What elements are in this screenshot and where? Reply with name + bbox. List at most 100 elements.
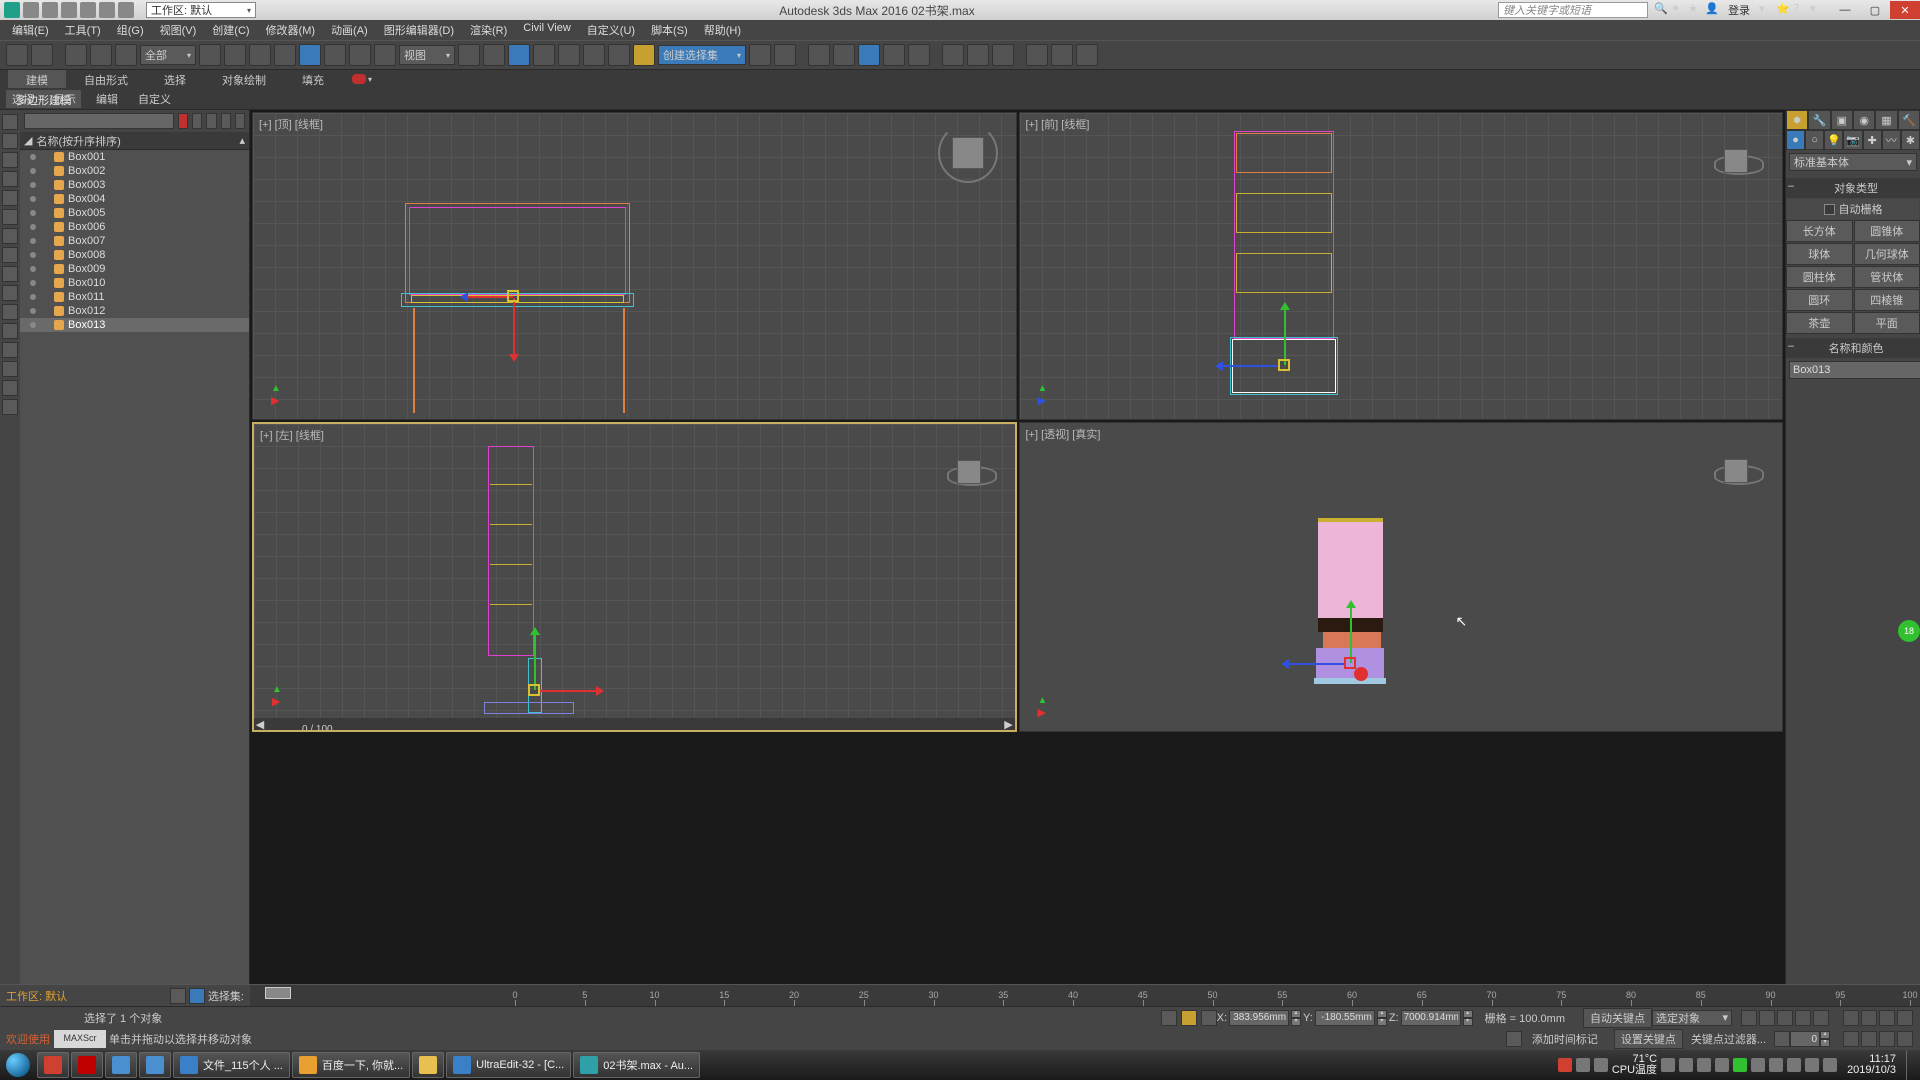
goto-start-button[interactable]	[1741, 1010, 1757, 1026]
info-search-input[interactable]: 键入关键字或短语	[1498, 2, 1648, 18]
maxscript-listener[interactable]: MAXScr	[54, 1030, 106, 1048]
next-frame-button[interactable]	[1795, 1010, 1811, 1026]
menu-group[interactable]: 组(G)	[109, 20, 152, 40]
taskbar-item[interactable]	[139, 1052, 171, 1078]
angle-snap-button[interactable]	[558, 44, 580, 66]
menu-help[interactable]: 帮助(H)	[696, 20, 749, 40]
layer-explorer-button[interactable]	[808, 44, 830, 66]
dock-btn-14[interactable]	[2, 361, 18, 377]
select-scale-button[interactable]	[349, 44, 371, 66]
subscription-icon[interactable]: ★	[1688, 2, 1702, 18]
primitive-button[interactable]: 圆柱体	[1786, 266, 1853, 288]
dock-btn-12[interactable]	[2, 323, 18, 339]
notification-badge[interactable]: 18	[1898, 620, 1920, 642]
cmd-tab-modify[interactable]: 🔧	[1808, 110, 1830, 130]
tray-icon-9[interactable]	[1751, 1058, 1765, 1072]
tray-icon-8[interactable]	[1733, 1058, 1747, 1072]
taskbar-item[interactable]	[37, 1052, 69, 1078]
viewport-left[interactable]: [+] [左] [线框] ▲▶ ◀ 0 / 100 ▶	[252, 422, 1017, 732]
coord-y-input[interactable]	[1315, 1010, 1375, 1026]
viewport-perspective[interactable]: [+] [透视] [真实] ▲▶ ↖	[1019, 422, 1784, 732]
menu-tools[interactable]: 工具(T)	[57, 20, 109, 40]
nav-zoom-ext-button[interactable]	[1879, 1010, 1895, 1026]
clear-search-icon[interactable]	[178, 113, 188, 129]
dock-btn-15[interactable]	[2, 380, 18, 396]
tray-ime-icon[interactable]	[1823, 1058, 1837, 1072]
selection-lock-icon[interactable]	[189, 988, 205, 1004]
scene-item[interactable]: Box004	[20, 192, 249, 206]
dock-btn-11[interactable]	[2, 304, 18, 320]
ribbon-tab-modeling[interactable]: 建模	[8, 70, 66, 88]
scroll-left-icon[interactable]: ◀	[254, 718, 266, 731]
taskbar-item[interactable]	[412, 1052, 444, 1078]
workspace-dropdown[interactable]: 工作区: 默认 ▾	[146, 2, 256, 18]
undo-button[interactable]	[6, 44, 28, 66]
goto-end-button[interactable]	[1813, 1010, 1829, 1026]
dock-btn-1[interactable]	[2, 114, 18, 130]
cmd-tab-create[interactable]: ✹	[1786, 110, 1808, 130]
dock-btn-7[interactable]	[2, 228, 18, 244]
taskbar-item[interactable]	[105, 1052, 137, 1078]
tray-icon-1[interactable]	[1558, 1058, 1572, 1072]
scene-item[interactable]: Box006	[20, 220, 249, 234]
view-toggle-icon[interactable]	[192, 113, 202, 129]
render-online-button[interactable]	[1076, 44, 1098, 66]
dock-btn-2[interactable]	[2, 133, 18, 149]
tray-icon-12[interactable]	[1805, 1058, 1819, 1072]
dock-btn-16[interactable]	[2, 399, 18, 415]
rendered-frame-button[interactable]	[967, 44, 989, 66]
nav-maximize-button[interactable]	[1879, 1031, 1895, 1047]
pivot-center-button[interactable]	[458, 44, 480, 66]
open-icon[interactable]	[42, 2, 58, 18]
exchange-icon[interactable]: ✦	[1671, 2, 1685, 18]
show-desktop-button[interactable]	[1906, 1050, 1914, 1080]
tray-icon-2[interactable]	[1576, 1058, 1590, 1072]
primitive-button[interactable]: 长方体	[1786, 220, 1853, 242]
select-place-button[interactable]	[374, 44, 396, 66]
se-menu-edit[interactable]: 编辑	[96, 91, 118, 107]
autokey-button[interactable]: 自动关键点	[1583, 1008, 1652, 1028]
render-iterative-button[interactable]	[1051, 44, 1073, 66]
menu-customize[interactable]: 自定义(U)	[579, 20, 643, 40]
new-icon[interactable]	[23, 2, 39, 18]
menu-modifiers[interactable]: 修改器(M)	[258, 20, 324, 40]
dock-btn-8[interactable]	[2, 247, 18, 263]
keyboard-shortcut-button[interactable]	[508, 44, 530, 66]
nav-zoom-button[interactable]	[1861, 1010, 1877, 1026]
bind-spacewarp-button[interactable]	[115, 44, 137, 66]
viewport-front[interactable]: [+] [前] [线框] ▲▶	[1019, 112, 1784, 420]
tray-icon-10[interactable]	[1769, 1058, 1783, 1072]
cmd-sub-systems[interactable]: ✱	[1901, 130, 1920, 150]
dropdown-icon[interactable]: ▾	[1759, 2, 1773, 18]
section-object-type[interactable]: –对象类型	[1786, 178, 1920, 198]
select-object-button[interactable]	[199, 44, 221, 66]
render-production-button[interactable]	[992, 44, 1014, 66]
select-manipulate-button[interactable]	[483, 44, 505, 66]
taskbar-item[interactable]: 文件_115个人 ...	[173, 1052, 290, 1078]
favorites-icon[interactable]: ⭐	[1776, 2, 1790, 18]
dock-btn-13[interactable]	[2, 342, 18, 358]
viewcube-top[interactable]	[938, 123, 998, 183]
current-frame-input[interactable]	[1790, 1031, 1820, 1047]
teapot-render-button[interactable]	[1026, 44, 1048, 66]
ribbon-tab-object-paint[interactable]: 对象绘制	[204, 70, 284, 88]
scene-item[interactable]: Box001	[20, 150, 249, 164]
menu-edit[interactable]: 编辑(E)	[4, 20, 57, 40]
percent-snap-button[interactable]	[583, 44, 605, 66]
primitive-button[interactable]: 管状体	[1854, 266, 1920, 288]
scene-item[interactable]: Box009	[20, 262, 249, 276]
maximize-button[interactable]: ▢	[1860, 1, 1890, 19]
cmd-sub-spacewarps[interactable]: 〰	[1882, 130, 1901, 150]
abs-rel-icon[interactable]	[1201, 1010, 1217, 1026]
spinner-snap-button[interactable]	[608, 44, 630, 66]
cmd-tab-hierarchy[interactable]: ▣	[1831, 110, 1853, 130]
timeline[interactable]: 工作区: 默认 选择集: 051015202530354045505560657…	[0, 984, 1920, 1006]
primitive-button[interactable]: 圆环	[1786, 289, 1853, 311]
lock-icon[interactable]	[206, 113, 216, 129]
select-rect-button[interactable]	[249, 44, 271, 66]
cmd-sub-lights[interactable]: 💡	[1824, 130, 1843, 150]
setkey-button[interactable]: 设置关键点	[1614, 1029, 1683, 1049]
nav-zoom-region-button[interactable]	[1897, 1031, 1913, 1047]
primitive-button[interactable]: 圆锥体	[1854, 220, 1920, 242]
schematic-view-button[interactable]	[883, 44, 905, 66]
